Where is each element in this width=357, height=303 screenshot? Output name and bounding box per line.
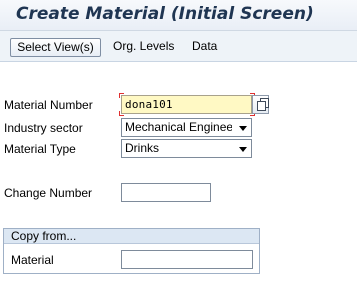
material-number-label: Material Number [4, 98, 93, 112]
copy-from-group: Copy from... Material [3, 228, 260, 274]
copy-from-title: Copy from... [11, 229, 77, 243]
page-title: Create Material (Initial Screen) [16, 4, 314, 24]
industry-sector-dropdown[interactable]: Mechanical Enginee ... [121, 118, 252, 137]
change-number-label: Change Number [4, 186, 93, 200]
copy-from-header: Copy from... [4, 229, 259, 244]
industry-sector-label: Industry sector [4, 121, 83, 135]
material-type-dropdown[interactable]: Drinks [121, 139, 252, 158]
required-marker-icon [119, 93, 124, 98]
chevron-down-icon [239, 126, 247, 131]
change-number-input[interactable] [121, 183, 211, 202]
org-levels-button[interactable]: Org. Levels [108, 38, 179, 57]
material-number-input[interactable]: dona101 [121, 95, 252, 114]
required-marker-icon [119, 111, 124, 116]
material-type-value: Drinks [125, 141, 160, 155]
application-toolbar: Select View(s) Org. Levels Data [0, 31, 357, 62]
industry-sector-value: Mechanical Enginee ... [125, 120, 232, 134]
copy-material-input[interactable] [121, 250, 253, 269]
data-button[interactable]: Data [187, 38, 222, 57]
material-number-value: dona101 [125, 98, 173, 111]
value-help-button[interactable] [252, 95, 269, 114]
chevron-down-icon [239, 147, 247, 152]
copy-material-label: Material [11, 253, 54, 267]
value-help-icon-front [257, 101, 266, 111]
material-type-label: Material Type [4, 142, 76, 156]
title-bar: Create Material (Initial Screen) [0, 0, 357, 31]
select-views-button[interactable]: Select View(s) [10, 38, 101, 57]
